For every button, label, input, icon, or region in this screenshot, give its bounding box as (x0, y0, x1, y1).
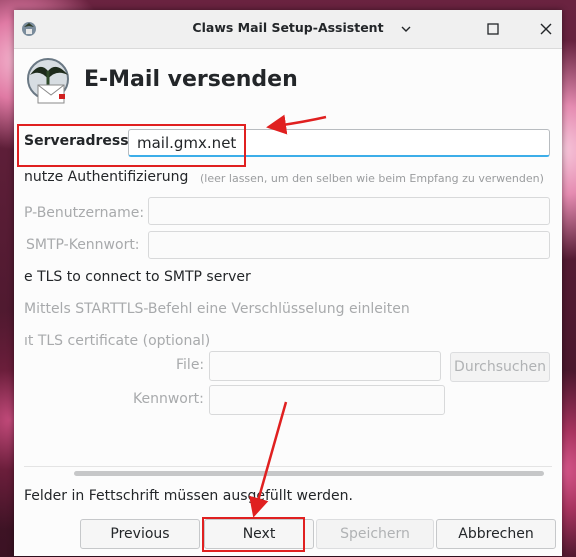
auth-hint: (leer lassen, um den selben wie beim Emp… (200, 172, 544, 185)
browse-button[interactable]: Durchsuchen (450, 352, 550, 382)
window-title: Claws Mail Setup-Assistent (192, 20, 384, 35)
divider (24, 466, 552, 467)
smtp-password-label: SMTP-Kennwort: (26, 237, 140, 253)
close-icon (540, 23, 552, 35)
previous-button[interactable]: Previous (80, 519, 200, 549)
server-address-label: Serveradresse (24, 133, 139, 149)
cancel-button[interactable]: Abbrechen (436, 519, 556, 549)
claws-mail-icon (27, 58, 69, 104)
next-button[interactable]: Next (204, 519, 314, 549)
save-button[interactable]: Speichern (316, 519, 434, 549)
smtp-password-field[interactable] (148, 231, 550, 259)
chevron-down-icon (401, 26, 411, 32)
use-tls-checkbox-label[interactable]: e TLS to connect to SMTP server (24, 269, 251, 285)
title-bar[interactable]: Claws Mail Setup-Assistent (14, 10, 562, 49)
horizontal-scrollbar[interactable] (74, 471, 544, 476)
page-heading: E-Mail versenden (84, 67, 298, 92)
cert-password-label: Kennwort: (133, 391, 204, 407)
server-address-input[interactable] (129, 130, 549, 155)
use-auth-checkbox-label[interactable]: nutze Authentifizierung (24, 169, 188, 185)
wizard-content: E-Mail versenden Serveradresse nutze Aut… (14, 49, 562, 556)
client-cert-label: ıt TLS certificate (optional) (24, 333, 211, 349)
starttls-checkbox-label[interactable]: Mittels STARTTLS-Befehl eine Verschlüsse… (24, 301, 410, 317)
cert-file-field[interactable] (209, 351, 441, 381)
smtp-username-field[interactable] (148, 197, 550, 225)
setup-wizard-window: Claws Mail Setup-Assistent E-Mail versen… (14, 10, 562, 556)
required-fields-note: Felder in Fettschrift müssen ausgefüllt … (24, 488, 353, 504)
maximize-button[interactable] (483, 19, 503, 39)
cert-password-field[interactable] (209, 385, 445, 415)
minimize-button[interactable] (396, 19, 416, 39)
close-button[interactable] (536, 19, 556, 39)
server-address-field[interactable] (128, 129, 550, 157)
square-icon (487, 23, 499, 35)
cert-file-label: File: (176, 357, 205, 373)
smtp-username-label: P-Benutzername: (24, 205, 145, 221)
